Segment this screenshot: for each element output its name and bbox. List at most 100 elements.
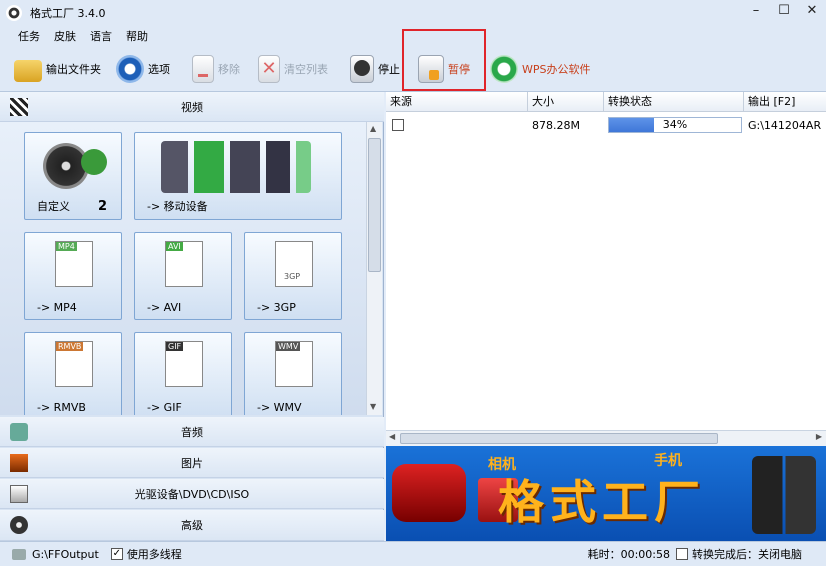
wmv-file-icon: WMV [275,341,313,387]
scroll-down-icon[interactable]: ▼ [370,402,376,411]
task-source-cell [386,119,528,131]
after-done-label: 转换完成后：关闭电脑 [692,548,802,561]
mobile-devices-icon [161,141,311,193]
category-audio[interactable]: 音频 [0,417,384,447]
avi-file-icon: AVI [165,241,203,287]
task-row[interactable]: 878.28M 34% G:\141204AR [386,114,826,136]
rmvb-file-icon: RMVB [55,341,93,387]
wps-button[interactable]: WPS办公软件 [490,52,591,86]
tile-rmvb-label: -> RMVB [37,401,86,414]
col-size[interactable]: 大小 [528,92,604,112]
3gp-file-icon: 3GP [275,241,313,287]
tile-wmv[interactable]: WMV -> WMV [244,332,342,415]
close-button[interactable]: ✕ [804,2,820,20]
category-rom[interactable]: 光驱设备\DVD\CD\ISO [0,479,384,509]
scroll-thumb[interactable] [368,138,381,272]
gif-file-icon: GIF [165,341,203,387]
multithread-label: 使用多线程 [126,548,182,561]
mp4-file-icon: MP4 [55,241,93,287]
wps-icon [490,55,518,83]
maximize-button[interactable]: ☐ [776,2,792,20]
banner-title: 格式工厂 [498,475,706,529]
category-audio-label: 音频 [181,425,203,439]
task-output: G:\141204AR [748,118,822,132]
avi-badge: AVI [166,242,183,251]
category-video[interactable]: 视频 [0,92,384,122]
tile-3gp[interactable]: 3GP -> 3GP [244,232,342,320]
tile-mp4-label: -> MP4 [37,301,77,314]
scroll-right-icon[interactable]: ▶ [816,432,822,441]
options-label: 选项 [148,63,170,76]
window-title: 格式工厂 3.4.0 [30,6,106,20]
after-done-checkbox[interactable] [676,548,688,560]
remove-button[interactable]: 移除 [192,52,240,86]
clapperboard-icon [10,98,28,116]
tile-custom-label: 自定义 [37,200,70,213]
clear-list-icon: ✕ [258,55,280,83]
wps-label: WPS办公软件 [522,63,591,76]
clear-list-label: 清空列表 [284,63,328,76]
task-status-cell: 34% [604,117,744,133]
task-grid-header: 来源 大小 转换状态 输出 [F2] [386,92,826,112]
task-size: 878.28M [532,118,580,132]
wmv-badge: WMV [276,342,301,351]
category-advanced[interactable]: 高级 [0,510,384,541]
3gp-badge: 3GP [284,272,301,281]
col-source[interactable]: 来源 [386,92,528,112]
app-logo-icon [6,4,22,21]
col-status[interactable]: 转换状态 [604,92,744,112]
menu-skin[interactable]: 皮肤 [54,28,76,44]
advanced-reel-icon [10,516,28,534]
h-scroll-thumb[interactable] [400,433,718,444]
menu-task[interactable]: 任务 [18,28,40,44]
clear-list-button[interactable]: ✕ 清空列表 [258,52,328,86]
tile-avi-label: -> AVI [147,301,182,314]
tile-gif-label: -> GIF [147,401,182,414]
multithread-checkbox[interactable]: ✓ [110,548,123,560]
output-folder-label: 输出文件夹 [46,63,101,76]
tile-custom-count: 2 [97,199,107,214]
users-icon [81,149,107,175]
stop-label: 停止 [378,63,400,76]
music-note-icon [10,423,28,441]
scroll-left-icon[interactable]: ◀ [389,432,395,441]
tile-mp4[interactable]: MP4 -> MP4 [24,232,122,320]
tile-wmv-label: -> WMV [257,401,302,414]
title-bar: 格式工厂 3.4.0 – ☐ ✕ [0,0,826,25]
minimize-button[interactable]: – [748,2,764,20]
pause-highlight-box [402,29,486,91]
category-advanced-label: 高级 [181,519,203,532]
output-folder-button[interactable]: 输出文件夹 [14,52,101,86]
tile-rmvb[interactable]: RMVB -> RMVB [24,332,122,415]
gear-icon [116,55,144,83]
status-bar: G:\FFOutput ✓ 使用多线程 耗时：00:00:58 转换完成后：关闭… [0,541,826,566]
video-tiles: 自定义 2 -> 移动设备 MP4 -> MP4 AVI -> AVI 3GP … [0,122,366,415]
category-video-label: 视频 [181,100,203,114]
task-horizontal-scrollbar[interactable]: ◀ ▶ [386,430,826,446]
menu-language[interactable]: 语言 [90,28,112,44]
category-picture-label: 图片 [181,456,203,470]
task-progress-label: 34% [662,118,688,131]
stop-button[interactable]: 停止 [350,52,400,86]
tile-avi[interactable]: AVI -> AVI [134,232,232,320]
elapsed-time: 耗时：00:00:58 [587,548,670,561]
banner-tag-phone: 手机 [654,453,682,469]
menu-help[interactable]: 帮助 [126,28,148,44]
rmvb-badge: RMVB [56,342,84,351]
tiles-vertical-scrollbar[interactable]: ▲ ▼ [366,122,382,415]
tile-mobile[interactable]: -> 移动设备 [134,132,342,220]
ad-banner[interactable]: 相机 格式工厂 手机 [386,446,826,541]
output-folder-icon [12,548,26,560]
tile-gif[interactable]: GIF -> GIF [134,332,232,415]
remove-file-icon [192,55,214,83]
output-path[interactable]: G:\FFOutput [32,548,99,561]
col-output[interactable]: 输出 [F2] [744,92,826,112]
gif-badge: GIF [166,342,184,351]
category-picture[interactable]: 图片 [0,448,384,478]
folder-icon [14,60,42,82]
options-button[interactable]: 选项 [116,52,170,86]
category-rom-label: 光驱设备\DVD\CD\ISO [134,487,250,501]
tile-custom[interactable]: 自定义 2 [24,132,122,220]
scroll-up-icon[interactable]: ▲ [370,124,376,133]
stop-icon [350,55,374,83]
